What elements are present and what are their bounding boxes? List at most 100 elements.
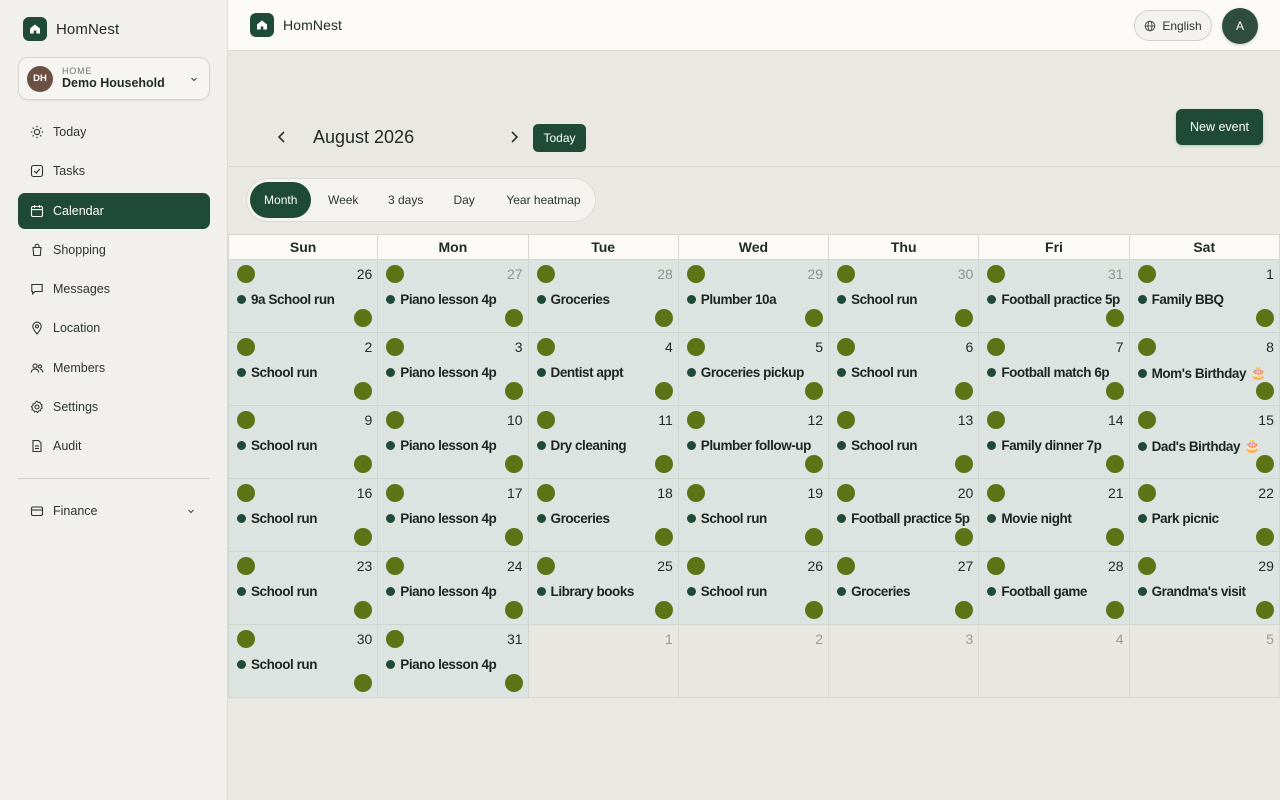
calendar-event[interactable]: Piano lesson 4p (386, 365, 523, 380)
sidebar-item-finance[interactable]: Finance (18, 493, 210, 529)
language-button[interactable]: English (1134, 10, 1212, 41)
calendar-event[interactable]: Piano lesson 4p (386, 584, 523, 599)
calendar-event[interactable]: School run (837, 292, 974, 307)
next-month-button[interactable] (504, 127, 524, 147)
calendar-day-cell[interactable]: 15 Dad's Birthday 🎂 (1129, 406, 1280, 479)
calendar-day-cell[interactable]: 28 Groceries (528, 260, 679, 333)
calendar-day-cell[interactable]: 27 Piano lesson 4p (378, 260, 529, 333)
calendar-event[interactable]: School run (237, 438, 373, 453)
calendar-event[interactable]: School run (686, 511, 824, 526)
calendar-event[interactable]: Plumber 10a (686, 292, 824, 307)
calendar-day-cell[interactable]: 22 Park picnic (1129, 479, 1280, 552)
calendar-day-cell[interactable]: 17 Piano lesson 4p (378, 479, 529, 552)
calendar-event[interactable]: School run (237, 584, 373, 599)
view-tab-day[interactable]: Day (436, 182, 492, 218)
calendar-event[interactable]: Dad's Birthday 🎂 (1137, 438, 1275, 454)
calendar-day-cell[interactable]: 26 School run (678, 552, 830, 625)
calendar-event[interactable]: Piano lesson 4p (386, 657, 523, 672)
calendar-day-cell[interactable]: 12 Plumber follow-up (678, 406, 830, 479)
calendar-day-cell[interactable]: 18 Groceries (528, 479, 679, 552)
calendar-day-cell[interactable]: 31 Piano lesson 4p (378, 625, 529, 698)
calendar-event[interactable]: Football practice 5p (987, 292, 1124, 307)
calendar-event[interactable]: Groceries (536, 292, 674, 307)
calendar-event[interactable]: Groceries pickup (686, 365, 824, 380)
calendar-day-cell[interactable]: 30 School run (829, 260, 980, 333)
previous-month-button[interactable] (272, 127, 292, 147)
sidebar-item-calendar[interactable]: Calendar (18, 192, 210, 229)
calendar-event[interactable]: Library books (536, 584, 674, 599)
calendar-day-cell[interactable]: 2 School run (228, 333, 379, 406)
calendar-event[interactable]: School run (837, 365, 974, 380)
calendar-day-cell[interactable]: 6 School run (829, 333, 980, 406)
view-tab-month[interactable]: Month (250, 182, 312, 218)
calendar-day-cell[interactable]: 7 Football match 6p (979, 333, 1130, 406)
calendar-day-cell[interactable]: 24 Piano lesson 4p (378, 552, 529, 625)
calendar-event[interactable]: Piano lesson 4p (386, 292, 523, 307)
sidebar-item-audit[interactable]: Audit (18, 428, 210, 464)
sidebar-item-settings[interactable]: Settings (18, 389, 210, 425)
calendar-event[interactable]: School run (686, 584, 824, 599)
calendar-day-cell[interactable]: 8 Mom's Birthday 🎂 (1129, 333, 1280, 406)
calendar-day-cell[interactable]: 2 (678, 625, 830, 698)
calendar-day-cell[interactable]: 4 (979, 625, 1130, 698)
calendar-day-cell[interactable]: 10 Piano lesson 4p (378, 406, 529, 479)
calendar-event[interactable]: Piano lesson 4p (386, 438, 523, 453)
calendar-event[interactable]: Football practice 5p (837, 511, 974, 526)
calendar-day-cell[interactable]: 21 Movie night (979, 479, 1130, 552)
calendar-event[interactable]: School run (237, 657, 373, 672)
calendar-event[interactable]: Dentist appt (536, 365, 674, 380)
household-switcher[interactable]: DH HOME Demo Household (18, 57, 210, 100)
sidebar-item-members[interactable]: Members (18, 350, 210, 386)
calendar-day-cell[interactable]: 20 Football practice 5p (829, 479, 980, 552)
calendar-day-cell[interactable]: 5 (1129, 625, 1280, 698)
calendar-event[interactable]: School run (837, 438, 974, 453)
view-tab-3-days[interactable]: 3 days (375, 182, 436, 218)
calendar-day-cell[interactable]: 4 Dentist appt (528, 333, 679, 406)
calendar-day-cell[interactable]: 30 School run (228, 625, 379, 698)
brand[interactable]: HomNest (23, 17, 119, 41)
calendar-event[interactable]: Dry cleaning (536, 438, 674, 453)
calendar-event[interactable]: Family BBQ (1137, 292, 1275, 307)
calendar-day-cell[interactable]: 14 Family dinner 7p (979, 406, 1130, 479)
sidebar-item-messages[interactable]: Messages (18, 271, 210, 307)
calendar-day-cell[interactable]: 16 School run (228, 479, 379, 552)
calendar-day-cell[interactable]: 11 Dry cleaning (528, 406, 679, 479)
calendar-day-cell[interactable]: 3 Piano lesson 4p (378, 333, 529, 406)
calendar-event[interactable]: Park picnic (1137, 511, 1275, 526)
calendar-day-cell[interactable]: 28 Football game (979, 552, 1130, 625)
calendar-event[interactable]: Football game (987, 584, 1124, 599)
calendar-event[interactable]: School run (237, 365, 373, 380)
calendar-day-cell[interactable]: 23 School run (228, 552, 379, 625)
calendar-day-cell[interactable]: 1 Family BBQ (1129, 260, 1280, 333)
calendar-day-cell[interactable]: 13 School run (829, 406, 980, 479)
calendar-event[interactable]: Plumber follow-up (686, 438, 824, 453)
calendar-day-cell[interactable]: 29 Plumber 10a (678, 260, 830, 333)
calendar-event[interactable]: Football match 6p (987, 365, 1124, 380)
sidebar-item-location[interactable]: Location (18, 310, 210, 346)
calendar-day-cell[interactable]: 31 Football practice 5p (979, 260, 1130, 333)
calendar-event[interactable]: Movie night (987, 511, 1124, 526)
view-tab-year-heatmap[interactable]: Year heatmap (492, 182, 595, 218)
calendar-event[interactable]: 9a School run (237, 292, 373, 307)
calendar-day-cell[interactable]: 26 9a School run (228, 260, 379, 333)
sidebar-item-shopping[interactable]: Shopping (18, 232, 210, 268)
topbar-brand[interactable]: HomNest (250, 13, 342, 37)
today-button[interactable]: Today (533, 124, 586, 152)
calendar-day-cell[interactable]: 3 (829, 625, 980, 698)
view-tab-week[interactable]: Week (311, 182, 374, 218)
sidebar-item-today[interactable]: Today (18, 114, 210, 150)
calendar-day-cell[interactable]: 1 (528, 625, 679, 698)
calendar-event[interactable]: School run (237, 511, 373, 526)
user-avatar[interactable]: A (1222, 8, 1258, 44)
sidebar-item-tasks[interactable]: Tasks (18, 153, 210, 189)
calendar-day-cell[interactable]: 25 Library books (528, 552, 679, 625)
calendar-day-cell[interactable]: 19 School run (678, 479, 830, 552)
calendar-event[interactable]: Grandma's visit (1137, 584, 1275, 599)
calendar-event[interactable]: Family dinner 7p (987, 438, 1124, 453)
calendar-event[interactable]: Mom's Birthday 🎂 (1137, 365, 1275, 381)
calendar-event[interactable]: Groceries (837, 584, 974, 599)
calendar-day-cell[interactable]: 9 School run (228, 406, 379, 479)
calendar-event[interactable]: Piano lesson 4p (386, 511, 523, 526)
calendar-day-cell[interactable]: 27 Groceries (829, 552, 980, 625)
calendar-event[interactable]: Groceries (536, 511, 674, 526)
